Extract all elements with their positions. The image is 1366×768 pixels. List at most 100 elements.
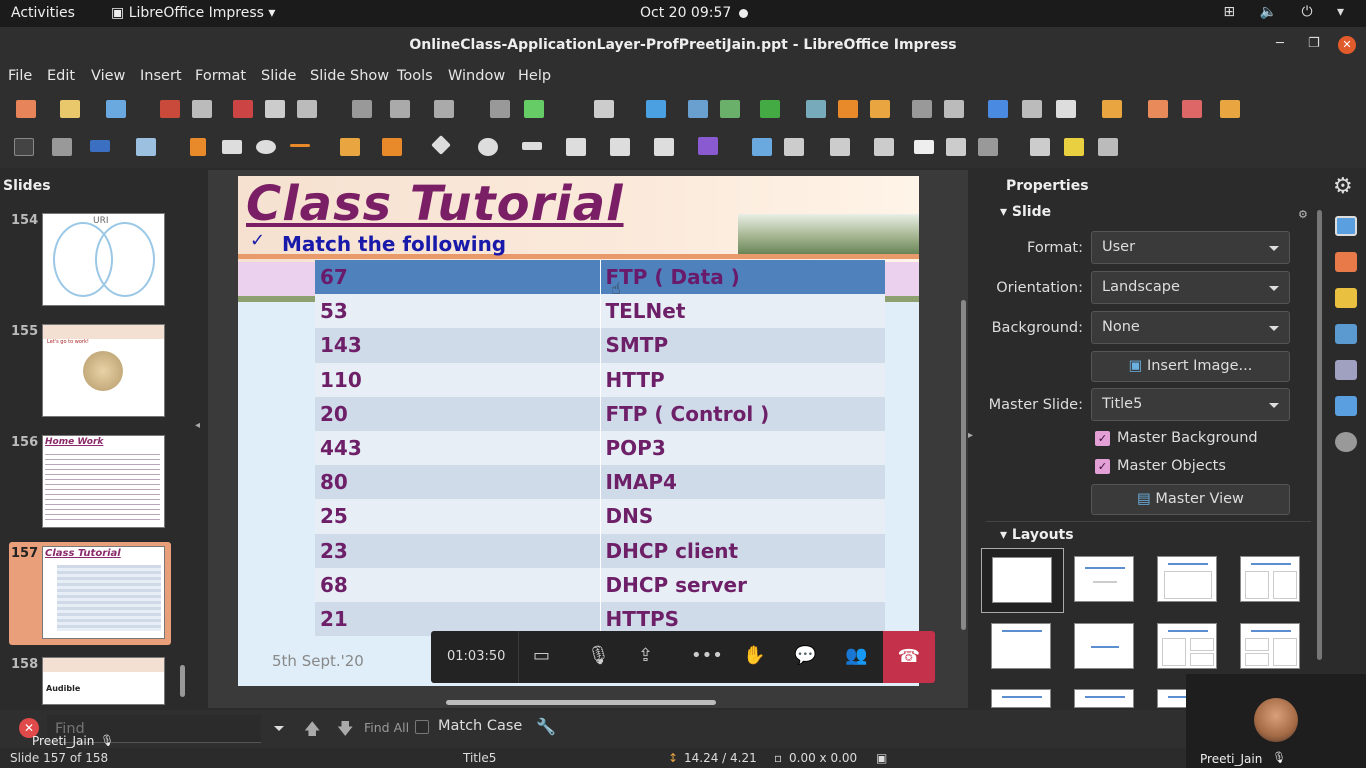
menu-view[interactable]: View bbox=[91, 68, 125, 84]
find-all-button[interactable]: Find All bbox=[364, 720, 409, 735]
distribute-icon[interactable] bbox=[874, 138, 894, 156]
line-color-icon[interactable] bbox=[90, 140, 110, 152]
redo-icon[interactable] bbox=[434, 100, 454, 118]
new-icon[interactable] bbox=[16, 100, 36, 118]
slide-section-header[interactable]: ▾ Slide bbox=[1000, 204, 1051, 220]
find-replace-icon[interactable] bbox=[490, 100, 510, 118]
line-icon[interactable] bbox=[190, 138, 206, 156]
slide-thumb-154[interactable]: 154 URI bbox=[0, 210, 195, 310]
slide-thumb-158[interactable]: 158 Audible bbox=[0, 654, 195, 708]
layouts-section-header[interactable]: ▾ Layouts bbox=[1000, 527, 1074, 543]
open-icon[interactable] bbox=[60, 100, 80, 118]
image-icon[interactable] bbox=[806, 100, 826, 118]
layout-row3-1[interactable] bbox=[991, 689, 1051, 708]
layout-row3-2[interactable] bbox=[1074, 689, 1134, 708]
layout-blank-selected[interactable] bbox=[981, 548, 1064, 613]
curves-icon[interactable] bbox=[340, 138, 360, 156]
master-view-button[interactable]: ▤ Master View bbox=[1091, 484, 1290, 515]
slide-canvas[interactable]: Class Tutorial ✓ Match the following 67 F… bbox=[238, 176, 919, 686]
start-current-slide-icon[interactable] bbox=[720, 100, 740, 118]
menu-slide[interactable]: Slide bbox=[261, 68, 296, 84]
arrange-icon[interactable] bbox=[830, 138, 850, 156]
format-select[interactable]: User bbox=[1091, 231, 1290, 264]
delete-slide-icon[interactable] bbox=[1182, 100, 1202, 118]
layout-title-slide[interactable] bbox=[1074, 556, 1134, 602]
master-slide-select[interactable]: Title5 bbox=[1091, 388, 1290, 421]
layout-title-content[interactable] bbox=[1157, 556, 1217, 602]
clone-formatting-icon[interactable] bbox=[352, 100, 372, 118]
collapse-right-handle[interactable]: ▸ bbox=[968, 430, 973, 441]
orientation-select[interactable]: Landscape bbox=[1091, 271, 1290, 304]
duplicate-slide-icon[interactable] bbox=[1148, 100, 1168, 118]
menu-insert[interactable]: Insert bbox=[140, 68, 182, 84]
layout-title-2-content-content[interactable] bbox=[1157, 623, 1217, 669]
connectors-icon[interactable] bbox=[382, 138, 402, 156]
activities-button[interactable]: Activities bbox=[11, 5, 75, 21]
sidebar-settings-icon[interactable]: ⚙ bbox=[1333, 174, 1353, 199]
lines-arrows-icon[interactable] bbox=[290, 144, 310, 147]
slide-thumb-155[interactable]: 155 Let's go to work! bbox=[0, 321, 195, 421]
layout-title-only[interactable] bbox=[991, 623, 1051, 669]
slides-scrollbar[interactable] bbox=[180, 665, 185, 697]
table-icon[interactable] bbox=[760, 100, 780, 118]
rotate-icon[interactable] bbox=[752, 138, 772, 156]
rectangle-icon[interactable] bbox=[222, 140, 242, 154]
textbox-icon[interactable] bbox=[912, 100, 932, 118]
maximize-button[interactable]: ❐ bbox=[1308, 36, 1320, 51]
points-icon[interactable] bbox=[1030, 138, 1050, 156]
cut-icon[interactable] bbox=[233, 100, 253, 118]
fill-color-icon[interactable] bbox=[136, 138, 156, 156]
crop-icon[interactable] bbox=[946, 138, 966, 156]
insert-image-button[interactable]: ▣ Insert Image... bbox=[1091, 351, 1290, 382]
menu-window[interactable]: Window bbox=[448, 68, 505, 84]
gallery-tab-icon[interactable] bbox=[1335, 396, 1357, 416]
chart-icon[interactable] bbox=[870, 100, 890, 118]
save-icon[interactable] bbox=[106, 100, 126, 118]
callout-icon[interactable] bbox=[610, 138, 630, 156]
find-next-icon[interactable]: 🡇 bbox=[337, 718, 353, 745]
slide-thumb-156[interactable]: 156 Home Work bbox=[0, 432, 195, 532]
glue-points-icon[interactable] bbox=[1064, 138, 1084, 156]
filter-icon[interactable] bbox=[978, 138, 998, 156]
paste-icon[interactable] bbox=[297, 100, 317, 118]
menu-help[interactable]: Help bbox=[518, 68, 551, 84]
menu-edit[interactable]: Edit bbox=[47, 68, 75, 84]
slide-layout-icon[interactable] bbox=[1220, 100, 1240, 118]
end-call-button[interactable]: ☎ bbox=[883, 631, 935, 683]
menu-format[interactable]: Format bbox=[195, 68, 246, 84]
export-pdf-icon[interactable] bbox=[160, 100, 180, 118]
basic-shapes-icon[interactable] bbox=[431, 135, 451, 155]
ellipse-icon[interactable] bbox=[256, 140, 276, 154]
shadow-icon[interactable] bbox=[914, 140, 934, 154]
menu-tools[interactable]: Tools bbox=[397, 68, 433, 84]
raise-hand-icon[interactable]: ✋ bbox=[743, 645, 765, 666]
layout-title-content-2-content[interactable] bbox=[1240, 623, 1300, 669]
master-slide-icon[interactable] bbox=[646, 100, 666, 118]
undo-icon[interactable] bbox=[390, 100, 410, 118]
find-history-dropdown[interactable] bbox=[270, 717, 288, 739]
fontwork-icon[interactable] bbox=[988, 100, 1008, 118]
block-arrows-icon[interactable] bbox=[522, 142, 542, 150]
3d-objects-icon[interactable] bbox=[698, 137, 718, 155]
show-draw-functions-icon[interactable] bbox=[1056, 100, 1076, 118]
animation-tab-icon[interactable] bbox=[1335, 288, 1357, 308]
app-menu[interactable]: ▣ LibreOffice Impress ▾ bbox=[111, 5, 275, 21]
display-views-icon[interactable] bbox=[594, 100, 614, 118]
slide-vscrollbar[interactable] bbox=[961, 300, 966, 630]
layout-centered-text[interactable] bbox=[1074, 623, 1134, 669]
find-replace-icon[interactable]: 🔧 bbox=[536, 717, 556, 736]
slide-settings-icon[interactable]: ⚙ bbox=[1298, 208, 1308, 221]
new-slide-icon[interactable] bbox=[1102, 100, 1122, 118]
chat-icon[interactable]: 💬 bbox=[794, 645, 816, 666]
slide-hscrollbar[interactable] bbox=[446, 700, 716, 705]
align-icon[interactable] bbox=[784, 138, 804, 156]
master-objects-checkbox[interactable]: ✓ bbox=[1095, 459, 1110, 474]
master-slides-tab-icon[interactable] bbox=[1335, 324, 1357, 344]
find-previous-icon[interactable]: 🡅 bbox=[304, 718, 320, 745]
more-options-icon[interactable]: ••• bbox=[691, 645, 723, 666]
spelling-icon[interactable] bbox=[524, 100, 544, 118]
mic-off-icon[interactable]: 🎙 bbox=[587, 645, 610, 666]
star-icon[interactable] bbox=[654, 138, 674, 156]
hyperlink-icon[interactable] bbox=[1022, 100, 1042, 118]
print-icon[interactable] bbox=[192, 100, 212, 118]
